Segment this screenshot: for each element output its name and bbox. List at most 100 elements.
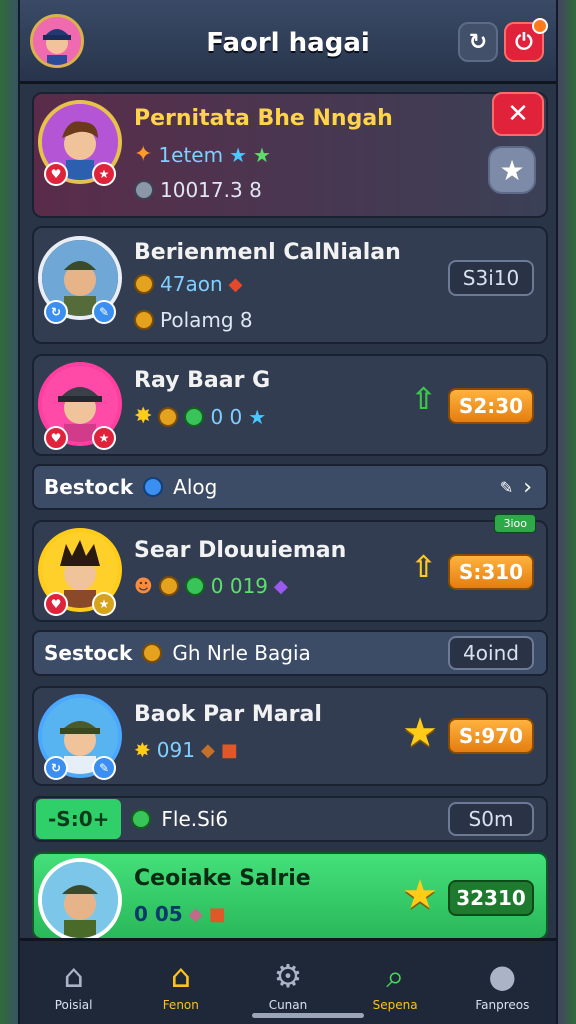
rank-badge: ♥ (44, 426, 68, 450)
medal-icon: ✸ (134, 404, 153, 429)
rank-badge: ♥ (44, 162, 68, 186)
section-text: Gh Nrle Bagia (172, 641, 311, 665)
chest-icon: ■ (220, 739, 238, 761)
nav-item-home[interactable]: ⌂ Poisial (29, 958, 119, 1012)
list-item[interactable]: ♥ ★ Ray Baar G ✸ 0 0 ★ ⇧ S2:30 (32, 354, 548, 456)
star-icon: ★ (253, 142, 271, 167)
section-header[interactable]: Sestock Gh Nrle Bagia 4oind (32, 630, 548, 676)
rank-badge: ✎ (92, 756, 116, 780)
player-name: Ceoiake Salrie (134, 866, 311, 891)
rank-up-icon: ⇧ (410, 550, 436, 585)
leaderboard-panel: Faorl hagai ↻ ⏻ ♥ ★ Pernitata Bhe Nngah … (18, 0, 558, 1024)
close-button[interactable]: ✕ (492, 92, 544, 136)
star-icon: ★ (402, 872, 438, 918)
coin-icon (158, 576, 179, 596)
section-header[interactable]: -S:0+ Fle.Si6 S0m (32, 796, 548, 842)
coin-icon (134, 310, 154, 330)
rank-badge: ↻ (44, 300, 68, 324)
coin-icon (184, 406, 205, 427)
section-label: -S:0+ (36, 799, 122, 839)
player-name: Ray Baar G (134, 368, 271, 393)
section-button[interactable]: 4oind (448, 636, 534, 670)
coin-icon (142, 643, 163, 663)
price-button[interactable]: S2:30 (448, 388, 534, 424)
nav-label: Fenon (162, 997, 199, 1012)
price-button[interactable]: S3i10 (448, 260, 534, 296)
star-icon: ★ (229, 142, 248, 167)
section-header[interactable]: Bestock Alog ✎ › (32, 464, 548, 510)
power-icon[interactable]: ⏻ (504, 18, 548, 62)
rank-badge: ★ (92, 426, 116, 450)
bottom-nav: ⌂ Poisial ⌂ Fenon ⚙ Cunan ⌕ Sepena ● Fan… (20, 938, 556, 1024)
coin-icon (184, 576, 205, 596)
player-score: 10017.3 8 (160, 178, 262, 202)
rank-badge: ♥ (44, 592, 68, 616)
info-icon (143, 477, 164, 497)
list-item[interactable]: ♥ ★ Sear Dlouuieman ☻ 0 019 ◆ ⇧ S:310 3i… (32, 514, 548, 622)
gem-icon: ◆ (274, 575, 288, 597)
player-level: 0 019 (210, 574, 269, 598)
chest-icon: ◆ (228, 273, 243, 295)
nav-item-settings[interactable]: ⚙ Cunan (243, 958, 333, 1012)
star-icon: ★ (248, 404, 267, 429)
player-level: 47aon (160, 272, 223, 296)
profile-icon: ● (488, 956, 517, 995)
list-item[interactable]: ↻ ✎ Berienmenl CalNialan 47aon ◆ Polamg … (32, 226, 548, 344)
search-icon: ⌕ (386, 956, 405, 995)
home-gold-icon: ⌂ (170, 956, 191, 995)
player-name: Pernitata Bhe Nngah (134, 106, 393, 131)
nav-label: Cunan (268, 997, 308, 1012)
player-score: Polamg 8 (160, 308, 253, 332)
medal-icon: ✸ (134, 738, 151, 762)
rank-badge: ★ (92, 592, 116, 616)
player-name: Sear Dlouuieman (134, 538, 347, 563)
player-level: 1etem (158, 142, 224, 167)
nav-label: Sepena (372, 997, 418, 1012)
list-item[interactable]: ♥ ★ Pernitata Bhe Nngah ✦ 1etem ★ ★ 1001… (32, 92, 548, 218)
section-label: Bestock (44, 475, 134, 499)
chest-icon: ■ (208, 903, 226, 925)
section-button[interactable]: S0m (448, 802, 534, 836)
player-name: Baok Par Maral (134, 702, 322, 727)
home-indicator (252, 1013, 364, 1018)
player-name: Berienmenl CalNialan (134, 240, 401, 265)
chest-icon: ◆ (200, 739, 215, 761)
nav-item-search[interactable]: ⌕ Sepena (350, 958, 440, 1012)
favorite-star-button[interactable]: ★ (488, 146, 536, 194)
chevron-right-icon[interactable]: › (523, 475, 532, 500)
player-level: 0 0 (210, 404, 243, 429)
medal-icon: ✦ (134, 142, 153, 167)
nav-item-profile[interactable]: ● Fanpreos (457, 958, 547, 1012)
rank-badge: ↻ (44, 756, 68, 780)
price-button[interactable]: S:310 (448, 554, 534, 590)
section-label: Sestock (44, 641, 133, 665)
edit-icon[interactable]: ✎ (500, 478, 513, 497)
price-button[interactable]: 32310 (448, 880, 534, 916)
coin-icon (158, 406, 179, 427)
nav-label: Fanpreos (475, 997, 530, 1012)
player-level: 0 05 (134, 902, 183, 926)
rank-up-icon: ⇧ (410, 382, 436, 417)
new-tag: 3ioo (494, 514, 536, 533)
star-icon: ★ (402, 710, 438, 756)
avatar (38, 858, 122, 942)
rank-badge: ★ (92, 162, 116, 186)
section-text: Alog (173, 475, 218, 499)
notification-dot (532, 18, 548, 34)
chest-icon: ◆ (188, 903, 203, 925)
emote-icon: ☻ (134, 575, 153, 597)
player-level: 091 (156, 738, 195, 762)
refresh-icon[interactable]: ↻ (458, 22, 498, 62)
header-bar: Faorl hagai ↻ ⏻ (20, 0, 556, 84)
list-item[interactable]: ↻ ✎ Baok Par Maral ✸ 091 ◆ ■ ★ S:970 (32, 686, 548, 786)
coin-icon (134, 274, 154, 294)
section-text: Fle.Si6 (161, 807, 229, 831)
home-icon: ⌂ (63, 956, 84, 995)
coin-icon (134, 180, 154, 200)
gear-icon: ⚙ (273, 956, 303, 995)
nav-item-team[interactable]: ⌂ Fenon (136, 958, 226, 1012)
coin-icon (131, 809, 152, 829)
price-button[interactable]: S:970 (448, 718, 534, 754)
list-item[interactable]: Ceoiake Salrie 0 05 ◆ ■ ★ 32310 (32, 852, 548, 942)
rank-badge: ✎ (92, 300, 116, 324)
